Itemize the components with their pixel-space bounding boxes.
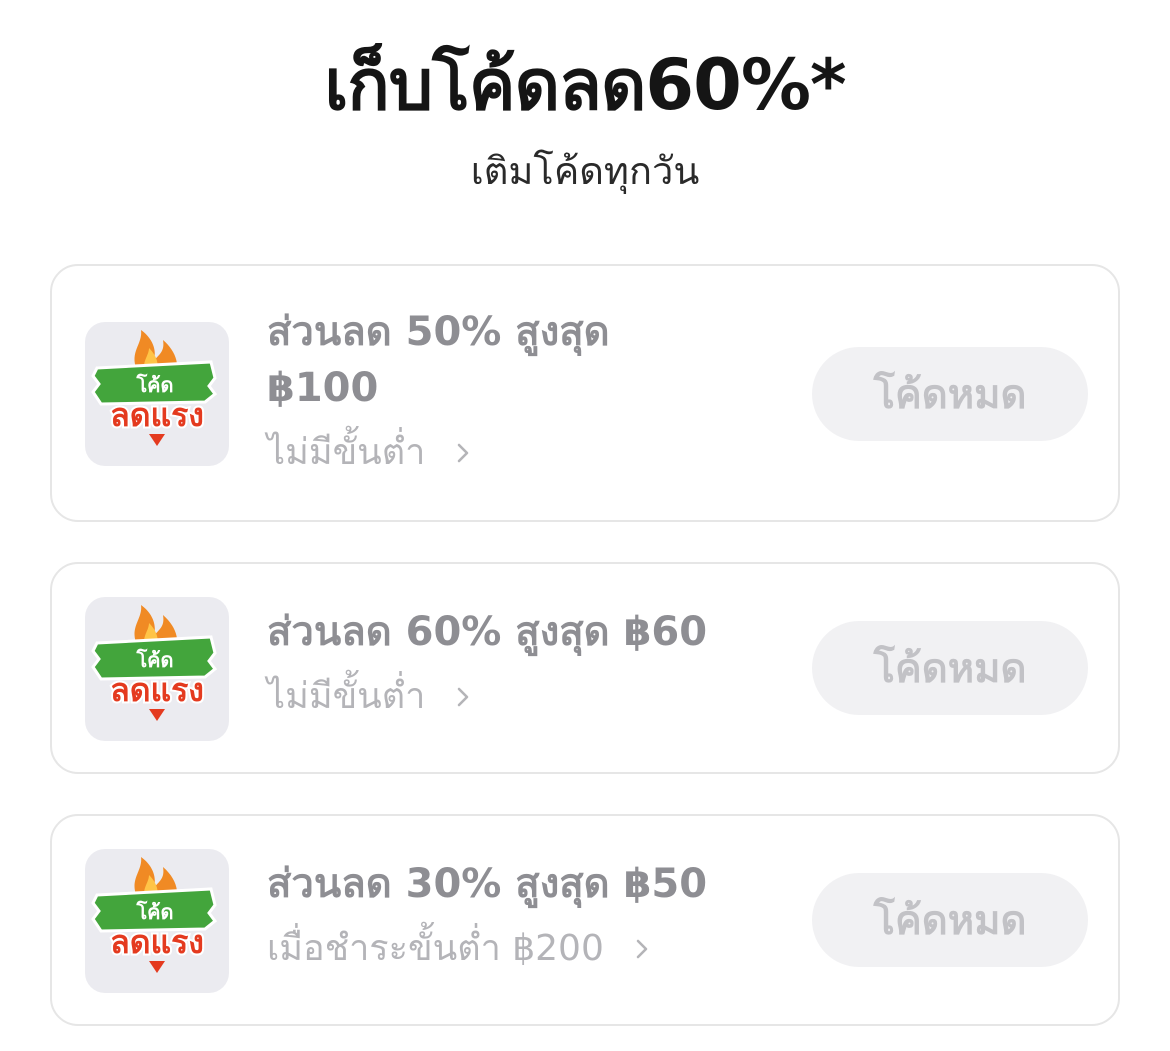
coupon-condition-link[interactable]: เมื่อชำระขั้นต่ำ ฿200 <box>267 920 807 978</box>
flame-discount-badge-icon: โค้ด ลดแรง <box>85 597 229 741</box>
badge-bottom-text: ลดแรง <box>110 923 204 961</box>
coupon-offer-line: ส่วนลด 50% สูงสุด <box>267 309 610 355</box>
chevron-right-icon <box>630 937 654 961</box>
flame-discount-badge-icon: โค้ด ลดแรง <box>85 849 229 993</box>
page-subtitle: เติมโค้ดทุกวัน <box>470 149 700 193</box>
coupon-condition-link[interactable]: ไม่มีขั้นต่ำ <box>267 668 807 726</box>
coupon-condition: เมื่อชำระขั้นต่ำ ฿200 <box>267 928 604 969</box>
coupon-offer-amount: ฿100 <box>267 365 379 411</box>
page-header: เก็บโค้ดลด60%* เติมโค้ดทุกวัน <box>0 30 1170 196</box>
code-sold-out-button[interactable]: โค้ดหมด <box>812 873 1088 967</box>
badge-top-text: โค้ด <box>135 373 173 397</box>
coupon-condition-link[interactable]: ไม่มีขั้นต่ำ <box>267 424 807 482</box>
coupon-condition: ไม่มีขั้นต่ำ <box>267 432 426 473</box>
coupon-offer: ส่วนลด 60% สูงสุด ฿60 <box>267 609 708 655</box>
badge-bottom-text: ลดแรง <box>110 671 204 709</box>
coupon-offer: ส่วนลด 30% สูงสุด ฿50 <box>267 861 708 907</box>
coupon-card[interactable]: โค้ด ลดแรง ส่วนลด 60% สูงสุด ฿60 ไม่มีขั… <box>50 562 1120 774</box>
chevron-right-icon <box>451 441 475 465</box>
code-sold-out-button[interactable]: โค้ดหมด <box>812 347 1088 441</box>
badge-top-text: โค้ด <box>135 900 173 924</box>
coupon-info: ส่วนลด 50% สูงสุด ฿100 ไม่มีขั้นต่ำ <box>267 304 807 482</box>
chevron-right-icon <box>451 685 475 709</box>
coupon-card[interactable]: โค้ด ลดแรง ส่วนลด 30% สูงสุด ฿50 เมื่อชำ… <box>50 814 1120 1026</box>
coupon-card[interactable]: โค้ด ลดแรง ส่วนลด 50% สูงสุด ฿100 ไม่มีข… <box>50 264 1120 522</box>
coupon-info: ส่วนลด 60% สูงสุด ฿60 ไม่มีขั้นต่ำ <box>267 604 807 726</box>
coupon-condition: ไม่มีขั้นต่ำ <box>267 676 426 717</box>
page-title: เก็บโค้ดลด60%* <box>324 44 846 126</box>
coupon-info: ส่วนลด 30% สูงสุด ฿50 เมื่อชำระขั้นต่ำ ฿… <box>267 856 807 978</box>
coupon-offer: ส่วนลด 50% สูงสุด ฿100 <box>267 304 807 416</box>
badge-top-text: โค้ด <box>135 648 173 672</box>
code-sold-out-button[interactable]: โค้ดหมด <box>812 621 1088 715</box>
flame-discount-badge-icon: โค้ด ลดแรง <box>85 322 229 466</box>
badge-bottom-text: ลดแรง <box>110 396 204 434</box>
